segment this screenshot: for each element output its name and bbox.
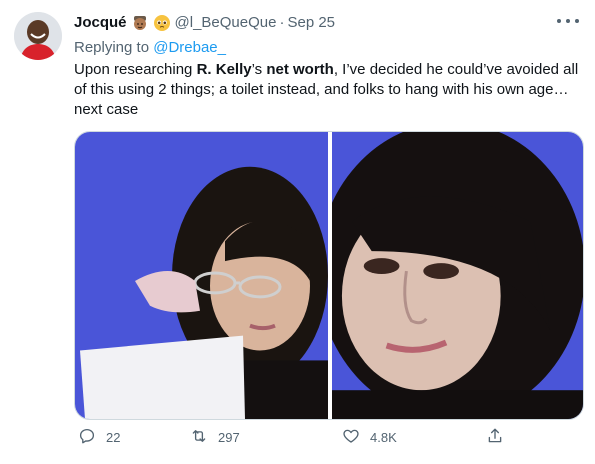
author-display-name[interactable]: Jocqué [74, 13, 127, 33]
reply-button[interactable]: 22 [78, 427, 120, 448]
tweet-text-part: Upon researching [74, 61, 197, 78]
share-icon [486, 427, 504, 448]
replying-to: Replying to @Drebae_ [74, 38, 226, 58]
avatar[interactable] [14, 12, 62, 60]
more-icon[interactable] [557, 16, 579, 26]
reply-icon [78, 427, 96, 448]
pleading-face-emoji-icon [153, 14, 171, 32]
tweet-media[interactable] [74, 131, 584, 420]
reply-mention-link[interactable]: @Drebae_ [153, 39, 226, 56]
tweet-text-part: ’s [251, 61, 267, 78]
retweet-button[interactable]: 297 [190, 427, 240, 448]
media-photo-left[interactable] [75, 132, 328, 419]
like-count: 4.8K [370, 430, 397, 445]
tweet[interactable]: Jocqué @l_BeQueQue · Sep 25 Replying to … [0, 0, 595, 464]
person-emoji-icon [131, 14, 149, 32]
separator-dot: · [279, 14, 285, 31]
retweet-icon [190, 427, 208, 448]
reply-count: 22 [106, 430, 121, 445]
author-handle[interactable]: @l_BeQueQue [175, 13, 277, 33]
heart-icon [342, 427, 360, 448]
tweet-date[interactable]: Sep 25 [287, 13, 335, 33]
tweet-header: Jocqué @l_BeQueQue · Sep 25 [74, 13, 335, 33]
tweet-text-bold: R. Kelly [196, 61, 252, 78]
retweet-count: 297 [218, 430, 240, 445]
share-button[interactable] [486, 427, 504, 448]
tweet-text-bold: net worth [266, 61, 334, 78]
replying-prefix: Replying to [74, 39, 154, 56]
media-photo-right[interactable] [332, 132, 583, 419]
like-button[interactable]: 4.8K [342, 427, 397, 448]
tweet-text: Upon researching R. Kelly’s net worth, I… [74, 60, 584, 120]
tweet-actions: 22 297 4.8K [74, 427, 584, 453]
